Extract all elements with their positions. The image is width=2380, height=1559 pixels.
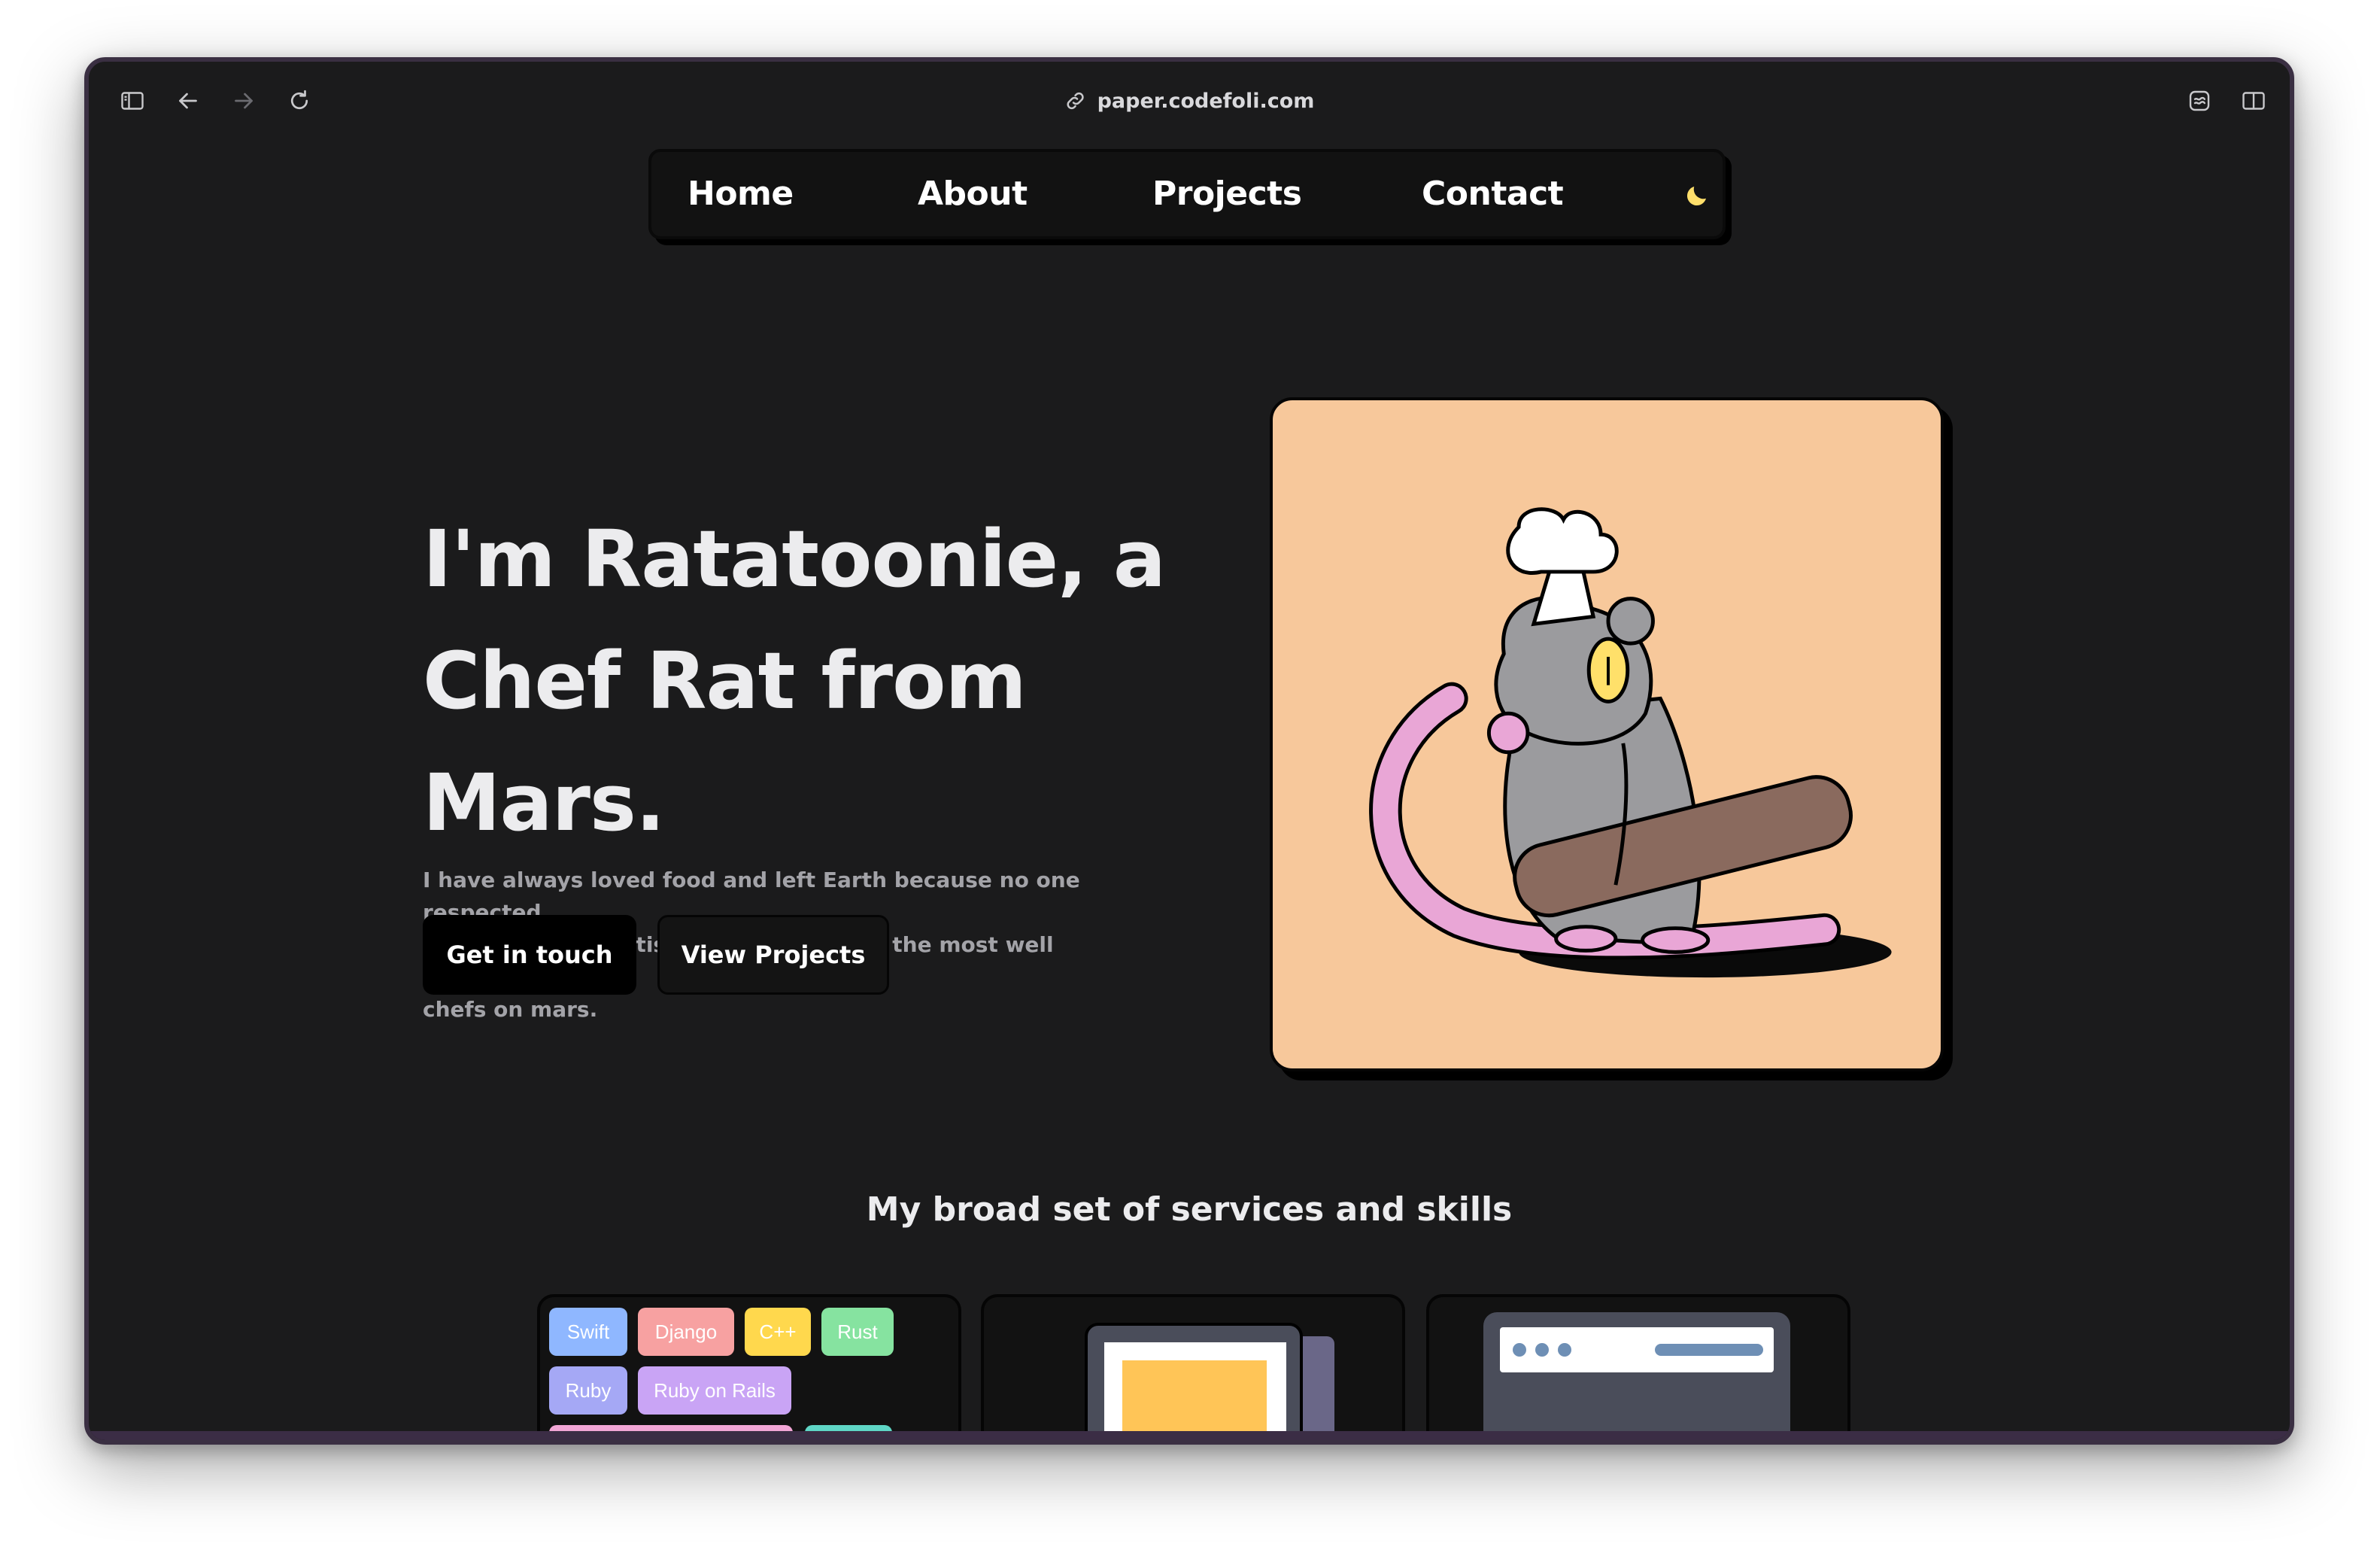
skills-card: Swift Django C++ Rust Ruby Ruby on Rails — [537, 1294, 961, 1440]
moon-icon[interactable] — [1683, 182, 1711, 209]
nav-home[interactable]: Home — [688, 175, 794, 213]
url-text: paper.codefoli.com — [1097, 89, 1315, 113]
nav-about[interactable]: About — [918, 175, 1028, 213]
view-projects-button[interactable]: View Projects — [657, 915, 889, 995]
main-nav: Home About Projects Contact — [648, 149, 1726, 239]
nav-contact[interactable]: Contact — [1422, 175, 1564, 213]
service-card-web — [1426, 1294, 1850, 1440]
hero-illustration — [1270, 397, 1944, 1071]
browser-toolbar: paper.codefoli.com — [89, 62, 2290, 140]
skill-tag: Rust — [821, 1308, 894, 1356]
back-icon[interactable] — [172, 84, 205, 117]
services-title: My broad set of services and skills — [866, 1190, 1513, 1229]
service-card-design — [981, 1294, 1405, 1440]
hero-title: I'm Ratatoonie, a Chef Rat from Mars. — [423, 498, 1220, 864]
skill-tag: C++ — [745, 1308, 811, 1356]
skill-tag: Ruby — [549, 1366, 627, 1415]
address-bar[interactable]: paper.codefoli.com — [1064, 81, 1315, 120]
skill-tag: Django — [638, 1308, 734, 1356]
extensions-icon[interactable] — [2183, 84, 2216, 117]
hero-title-line: Chef Rat from — [423, 635, 1027, 727]
split-view-icon[interactable] — [2237, 84, 2270, 117]
reload-icon[interactable] — [283, 84, 316, 117]
forward-icon[interactable] — [227, 84, 260, 117]
skill-tag: Ruby on Rails — [638, 1366, 791, 1415]
tablet-illustration — [1085, 1323, 1334, 1440]
sidebar-icon[interactable] — [116, 84, 149, 117]
link-icon — [1067, 92, 1084, 110]
browser-window-illustration — [1483, 1312, 1790, 1440]
chef-rat-illustration — [1369, 507, 1892, 978]
browser-window: paper.codefoli.com Home About Projects C… — [84, 57, 2294, 1445]
hero-title-line: I'm Ratatoonie, a — [423, 513, 1166, 605]
hero-description-line: chefs on mars. — [423, 997, 598, 1022]
get-in-touch-button[interactable]: Get in touch — [423, 915, 636, 995]
window-bottom-rim — [89, 1431, 2290, 1440]
hero-title-line: Mars. — [423, 757, 665, 849]
nav-projects[interactable]: Projects — [1152, 175, 1302, 213]
skill-tag: Swift — [549, 1308, 627, 1356]
